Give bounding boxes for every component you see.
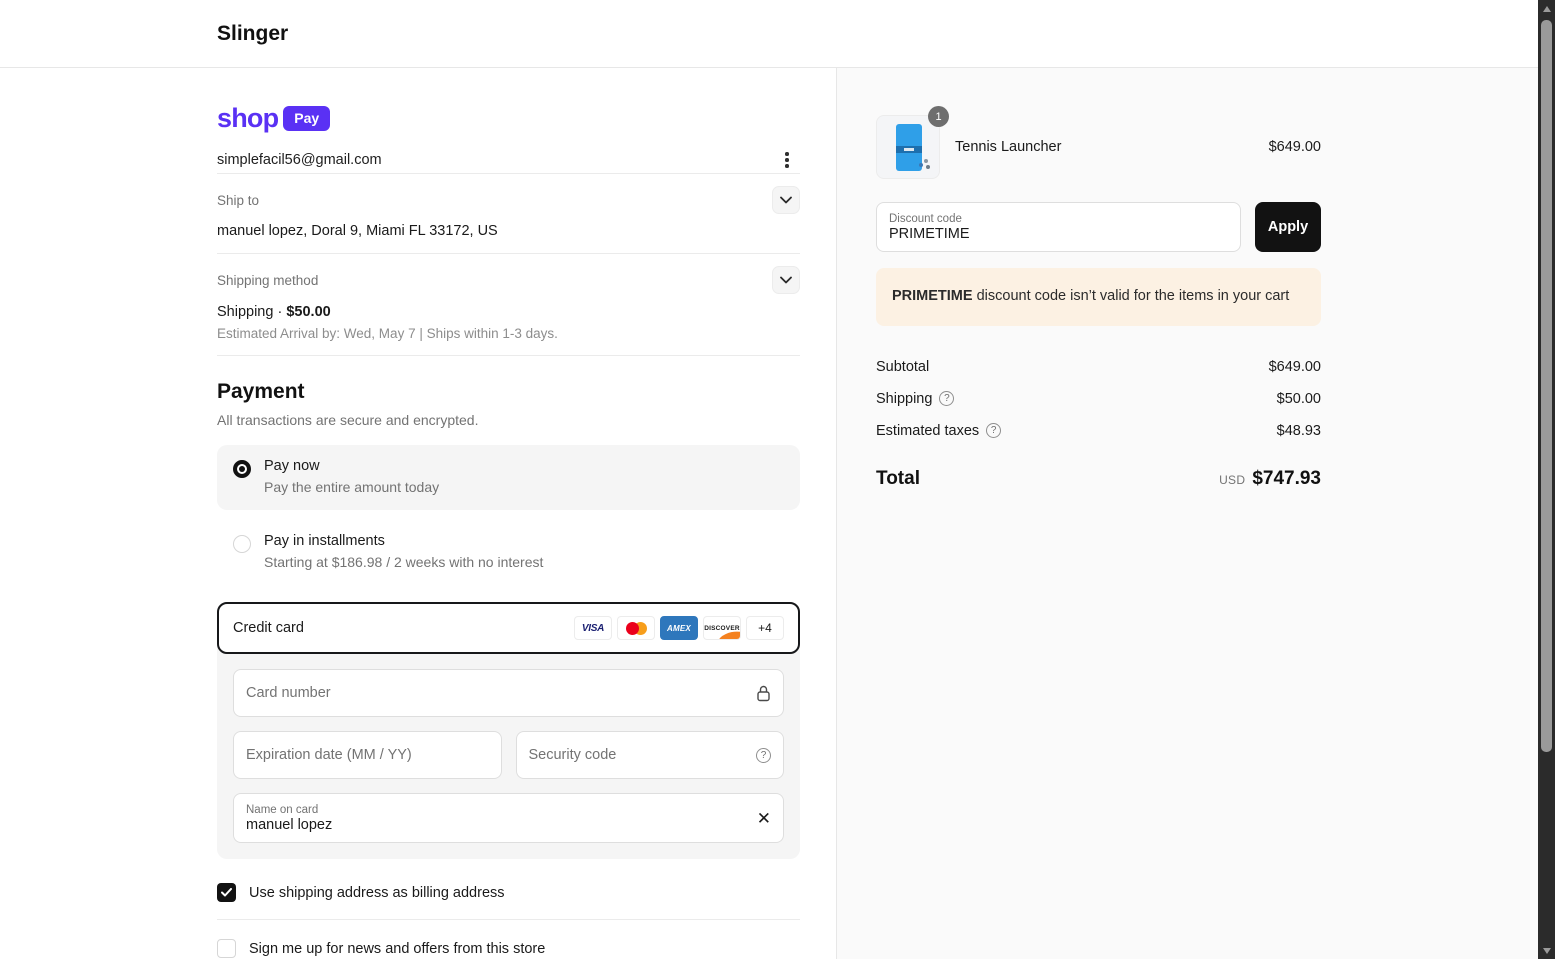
security-code-help-icon[interactable]: ?	[756, 747, 771, 763]
discount-error-text: discount code isn’t valid for the items …	[972, 288, 1290, 304]
shipping-method-label: Shipping method	[217, 272, 319, 288]
ship-to-address: manuel lopez, Doral 9, Miami FL 33172, U…	[217, 223, 498, 239]
shipping-price: $50.00	[286, 304, 331, 320]
payment-section: Payment All transactions are secure and …	[217, 355, 800, 958]
checkout-page: Slinger shop Pay simplefacil56@gmail.com	[0, 0, 1555, 959]
taxes-label: Estimated taxes	[876, 422, 980, 439]
scrollbar-down-arrow-icon[interactable]	[1538, 942, 1555, 959]
lock-icon	[757, 685, 770, 701]
quantity-badge: 1	[928, 106, 949, 127]
pay-now-description: Pay the entire amount today	[264, 479, 440, 495]
page-scrollbar[interactable]	[1538, 0, 1555, 959]
total-currency: USD	[1219, 472, 1246, 487]
subtotal-label: Subtotal	[876, 358, 930, 375]
pay-installments-radio[interactable]	[233, 535, 251, 553]
pay-installments-option[interactable]: Pay in installments Starting at $186.98 …	[217, 520, 800, 585]
product-image	[876, 115, 940, 179]
discount-row: Discount code Apply	[876, 202, 1321, 252]
divider	[217, 919, 800, 920]
visa-icon: VISA	[574, 616, 612, 640]
taxes-help-icon[interactable]: ?	[986, 423, 1002, 439]
ship-to-label: Ship to	[217, 192, 260, 208]
apply-discount-button[interactable]: Apply	[1255, 202, 1321, 252]
discount-field-wrap: Discount code	[876, 202, 1241, 252]
more-brands-badge: +4	[746, 616, 784, 640]
order-summary-column: 1 Tennis Launcher $649.00 Discount code …	[837, 68, 1538, 959]
total-value: $747.93	[1252, 467, 1321, 489]
billing-address-label: Use shipping address as billing address	[249, 884, 505, 901]
discount-code-input[interactable]	[889, 225, 1228, 242]
total-label: Total	[876, 467, 920, 489]
ship-to-expand-button[interactable]	[772, 186, 800, 214]
subtotal-value: $649.00	[1268, 358, 1321, 375]
ship-to-section: Ship to manuel lopez, Doral 9, Miami FL …	[217, 173, 800, 253]
newsletter-row: Sign me up for news and offers from this…	[217, 939, 800, 958]
discount-error-code: PRIMETIME	[892, 288, 973, 304]
discount-error-banner: PRIMETIME discount code isn’t valid for …	[876, 268, 1321, 326]
shipping-help-icon[interactable]: ?	[939, 391, 955, 407]
amex-icon: AMEX	[660, 616, 698, 640]
newsletter-label: Sign me up for news and offers from this…	[249, 940, 546, 957]
taxes-value: $48.93	[1276, 422, 1321, 439]
email-row: simplefacil56@gmail.com	[217, 147, 800, 173]
card-brand-icons: VISA AMEX DISCOVER +4	[574, 616, 784, 640]
check-icon	[221, 888, 232, 897]
scrollbar-up-arrow-icon[interactable]	[1538, 0, 1555, 17]
pay-installments-description: Starting at $186.98 / 2 weeks with no in…	[264, 554, 544, 570]
subtotal-row: Subtotal $649.00	[876, 359, 1321, 375]
credit-card-form: ? Name on card ✕	[217, 654, 800, 859]
shipping-method-expand-button[interactable]	[772, 266, 800, 294]
totals-block: Subtotal $649.00 Shipping ? $50.00 Estim…	[876, 359, 1321, 490]
pay-now-option[interactable]: Pay now Pay the entire amount today	[217, 445, 800, 510]
kebab-menu-icon[interactable]	[774, 147, 800, 173]
credit-card-label: Credit card	[233, 620, 304, 636]
shop-pay-shop-word: shop	[217, 103, 279, 133]
name-on-card-field-wrap: Name on card ✕	[233, 793, 784, 843]
cart-item-row: 1 Tennis Launcher $649.00	[876, 106, 1321, 179]
security-code-field-wrap: ?	[515, 731, 784, 779]
mastercard-icon	[617, 616, 655, 640]
pay-installments-label: Pay in installments	[264, 533, 385, 549]
payment-subtitle: All transactions are secure and encrypte…	[217, 412, 479, 428]
pay-now-label: Pay now	[264, 458, 320, 474]
checkout-form-column: shop Pay simplefacil56@gmail.com Ship to	[0, 68, 837, 959]
shipping-total-label: Shipping	[876, 390, 933, 407]
credit-card-box: Credit card VISA AMEX DISCOVER +4 Card n…	[217, 602, 800, 859]
expiration-date-input[interactable]	[246, 747, 489, 763]
clear-name-icon[interactable]: ✕	[757, 810, 771, 827]
shop-pay-badge: Pay	[283, 106, 331, 131]
main-area: shop Pay simplefacil56@gmail.com Ship to	[0, 68, 1538, 959]
card-number-field-wrap	[233, 669, 784, 717]
shipping-row: Shipping ? $50.00	[876, 391, 1321, 407]
shipping-total-value: $50.00	[1276, 390, 1321, 407]
product-name: Tennis Launcher	[955, 139, 1062, 155]
shipping-estimate: Estimated Arrival by: Wed, May 7 | Ships…	[217, 326, 558, 341]
pay-now-radio[interactable]	[233, 460, 251, 478]
viewport: Slinger shop Pay simplefacil56@gmail.com	[0, 0, 1538, 959]
security-code-input[interactable]	[528, 747, 756, 763]
account-email: simplefacil56@gmail.com	[217, 152, 382, 168]
chevron-down-icon	[780, 196, 792, 204]
store-header: Slinger	[0, 0, 1538, 68]
discount-code-label: Discount code	[889, 212, 962, 225]
shop-pay-logo: shop Pay	[217, 103, 800, 134]
card-number-input[interactable]	[246, 685, 756, 701]
payment-title: Payment	[217, 380, 305, 403]
chevron-down-icon	[780, 276, 792, 284]
scrollbar-thumb[interactable]	[1541, 20, 1552, 752]
shipping-method-value: Shipping · $50.00	[217, 304, 331, 320]
name-on-card-input[interactable]	[246, 816, 757, 833]
name-on-card-label: Name on card	[246, 803, 319, 816]
product-price: $649.00	[1268, 139, 1321, 155]
total-row: Total USD $747.93	[876, 468, 1321, 490]
taxes-row: Estimated taxes ? $48.93	[876, 423, 1321, 439]
store-logo[interactable]: Slinger	[217, 22, 288, 46]
credit-card-header[interactable]: Credit card VISA AMEX DISCOVER +4	[217, 602, 800, 654]
newsletter-checkbox[interactable]	[217, 939, 236, 958]
expiration-field-wrap	[233, 731, 502, 779]
shipping-method-section: Shipping method Shipping · $50.00 Estima…	[217, 253, 800, 355]
discover-icon: DISCOVER	[703, 616, 741, 640]
billing-address-row: Use shipping address as billing address	[217, 883, 800, 902]
billing-address-checkbox[interactable]	[217, 883, 236, 902]
